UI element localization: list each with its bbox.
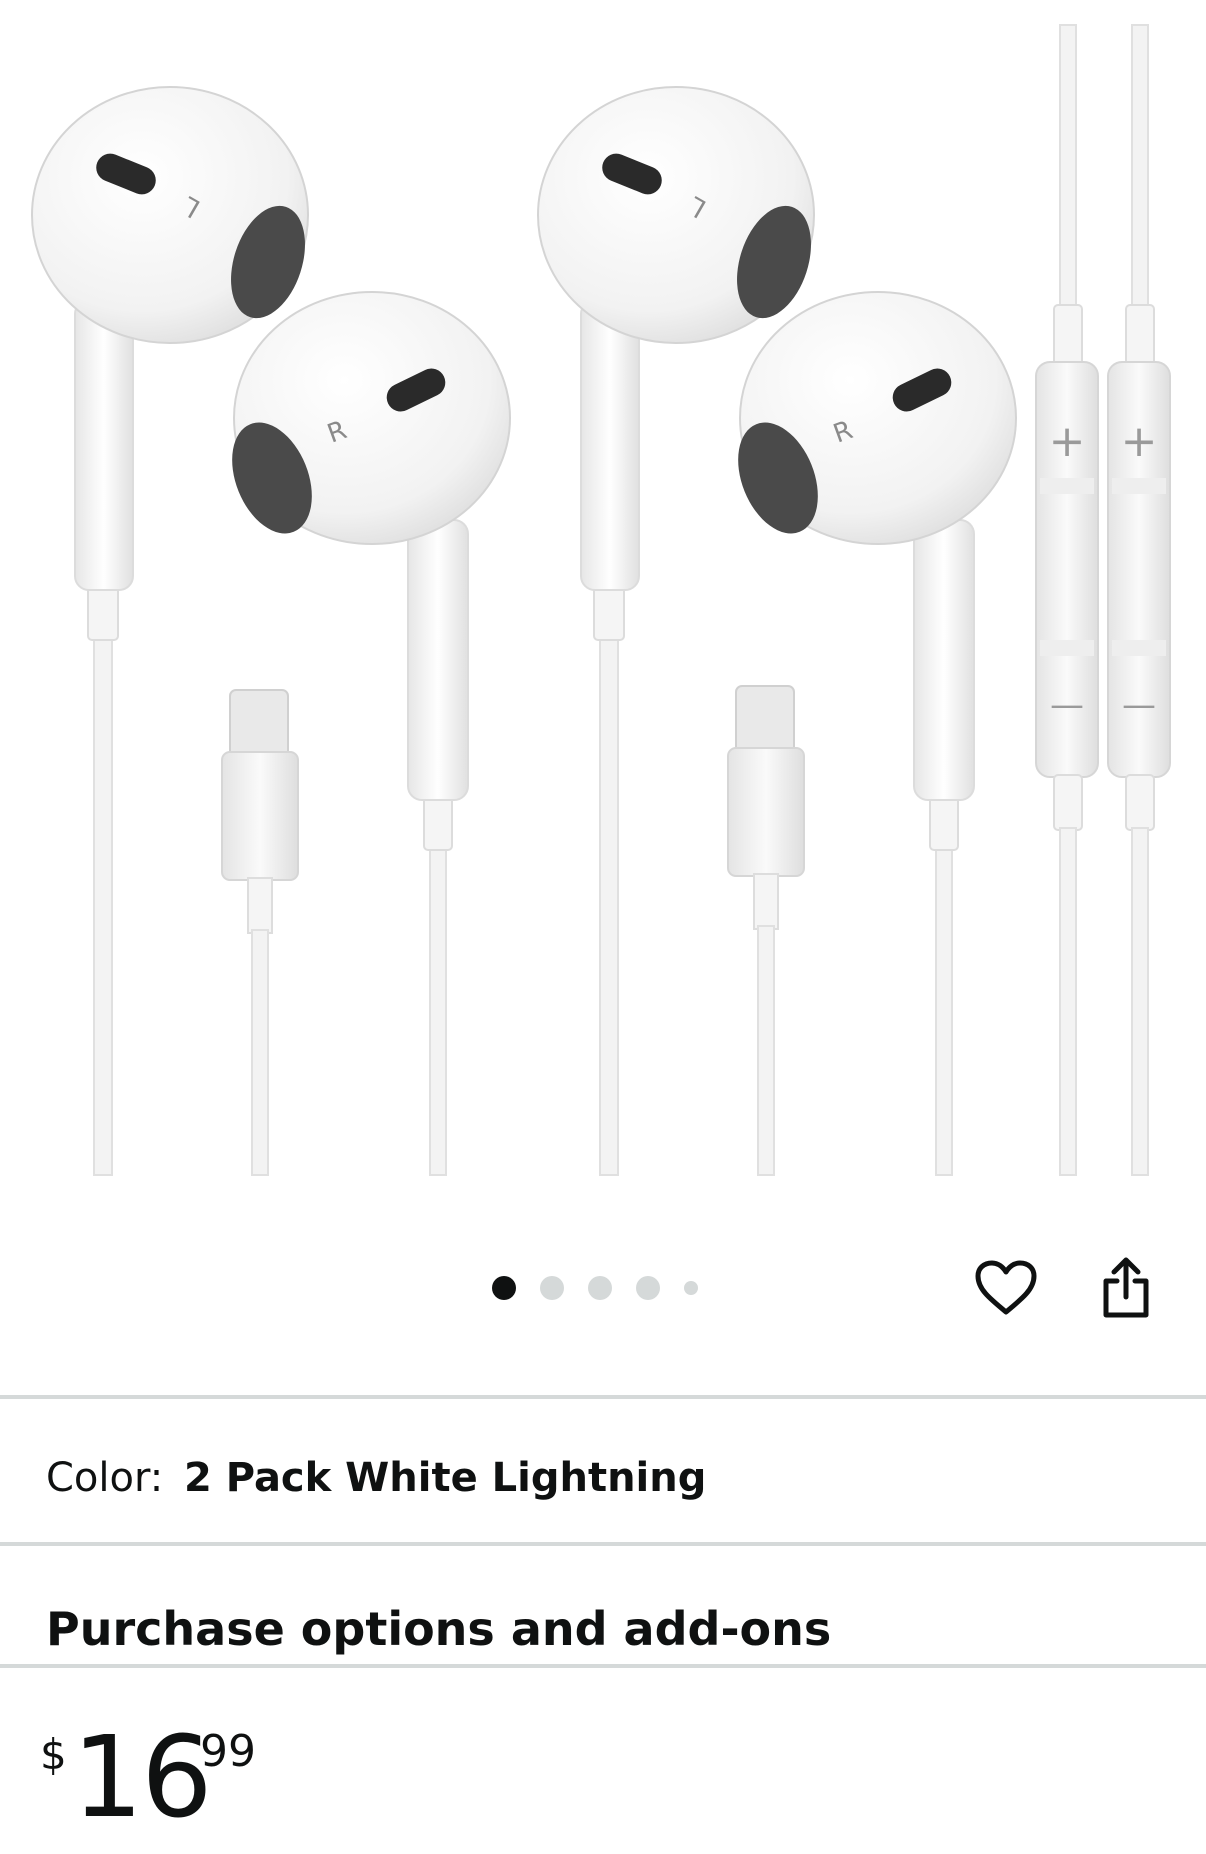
price-fraction: 99 [200,1726,256,1777]
divider [0,1542,1206,1546]
carousel-dot-4[interactable] [636,1276,660,1300]
earbud-pair: L R [31,86,511,1176]
divider [0,1395,1206,1399]
color-label: Color: [46,1455,164,1501]
earbud-pair-2: L R [537,86,1017,1176]
earbuds-illustration: L R L R + — + — [31,24,1171,1176]
carousel-dot-1[interactable] [492,1276,516,1300]
product-image[interactable]: L R L R + — + — [0,0,1206,1230]
carousel-dot-3[interactable] [588,1276,612,1300]
inline-remotes: + — + — [1035,24,1171,1176]
heart-outline-icon [975,1260,1037,1315]
volume-up-mark-2: + [1121,416,1158,467]
price-currency-symbol: $ [40,1730,67,1779]
share-icon [1103,1257,1149,1318]
purchase-options-title: Purchase options and add-ons [46,1602,832,1656]
wishlist-button[interactable] [974,1256,1038,1320]
price-whole: 16 [72,1713,213,1843]
image-carousel-dots [492,1270,698,1306]
volume-down-mark-2: — [1122,685,1156,725]
color-selection-row[interactable]: Color: 2 Pack White Lightning [46,1448,706,1508]
carousel-dot-5[interactable] [684,1281,698,1295]
color-value: 2 Pack White Lightning [183,1455,707,1501]
volume-up-mark: + [1049,416,1086,467]
divider [0,1664,1206,1668]
carousel-dot-2[interactable] [540,1276,564,1300]
share-button[interactable] [1094,1256,1158,1320]
volume-down-mark: — [1050,685,1084,725]
